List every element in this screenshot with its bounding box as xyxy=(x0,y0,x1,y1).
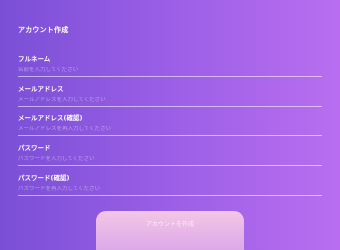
create-account-button[interactable]: アカウントを作成 xyxy=(96,211,244,250)
email-label: メールアドレス xyxy=(18,85,64,93)
email-confirm-field: メールアドレス(確認) xyxy=(18,114,322,136)
password-input[interactable] xyxy=(18,156,322,166)
password-confirm-input[interactable] xyxy=(18,186,322,196)
email-field: メールアドレス xyxy=(18,85,322,107)
email-confirm-label: メールアドレス(確認) xyxy=(18,114,83,122)
password-label: パスワード xyxy=(18,144,51,152)
full-name-field: フルネーム xyxy=(18,55,322,77)
password-confirm-field: パスワード(確認) xyxy=(18,174,322,196)
password-confirm-label: パスワード(確認) xyxy=(18,174,70,182)
password-field: パスワード xyxy=(18,144,322,166)
page-title: アカウント作成 xyxy=(18,26,69,34)
signup-screen: アカウント作成 フルネーム メールアドレス メールアドレス(確認) パスワード … xyxy=(0,0,340,250)
full-name-label: フルネーム xyxy=(18,55,51,63)
email-input[interactable] xyxy=(18,97,322,107)
full-name-input[interactable] xyxy=(18,67,322,77)
email-confirm-input[interactable] xyxy=(18,126,322,136)
